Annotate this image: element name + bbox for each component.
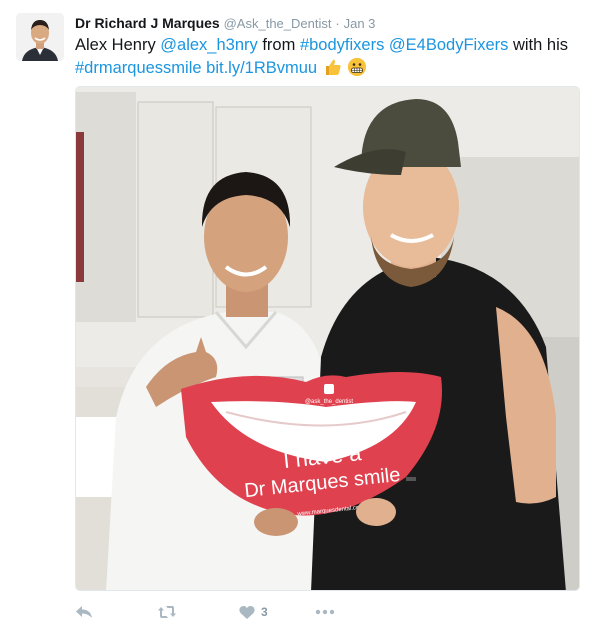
hashtag-link[interactable]: #drmarquessmile	[75, 59, 202, 77]
text-segment: Alex Henry	[75, 36, 161, 54]
avatar[interactable]	[16, 13, 64, 61]
reply-icon	[75, 604, 93, 620]
grimacing-face-emoji	[348, 58, 367, 76]
more-button[interactable]	[315, 600, 335, 624]
hashtag-link[interactable]: #bodyfixers	[300, 36, 384, 54]
author-handle[interactable]: @Ask_the_Dentist	[224, 16, 332, 31]
author-name[interactable]: Dr Richard J Marques	[75, 15, 220, 31]
like-button[interactable]: 3	[239, 600, 268, 624]
tweet-text: Alex Henry @alex_h3nry from #bodyfixers …	[75, 34, 580, 80]
thumbs-up-emoji	[324, 58, 342, 76]
retweet-button[interactable]	[157, 600, 177, 624]
text-segment: with his	[508, 36, 568, 54]
tweet-actions: 3	[75, 600, 475, 624]
mention-link[interactable]: @alex_h3nry	[160, 36, 257, 54]
url-link[interactable]: bit.ly/1RBvmuu	[206, 59, 317, 77]
tweet-header: Dr Richard J Marques @Ask_the_Dentist · …	[75, 15, 375, 31]
tweet-card[interactable]: Dr Richard J Marques @Ask_the_Dentist · …	[0, 0, 593, 627]
tweet-photo[interactable]: @ask_the_dentist I have a Dr Marques smi…	[75, 86, 580, 591]
like-count: 3	[261, 605, 268, 619]
like-icon	[239, 605, 255, 620]
retweet-icon	[157, 604, 177, 620]
text-segment: from	[257, 36, 300, 54]
more-icon	[315, 609, 335, 615]
mention-link[interactable]: @E4BodyFixers	[389, 36, 508, 54]
reply-button[interactable]	[75, 600, 93, 624]
separator: ·	[335, 16, 340, 31]
sign-handle: @ask_the_dentist	[305, 399, 353, 405]
timestamp[interactable]: Jan 3	[344, 16, 376, 31]
